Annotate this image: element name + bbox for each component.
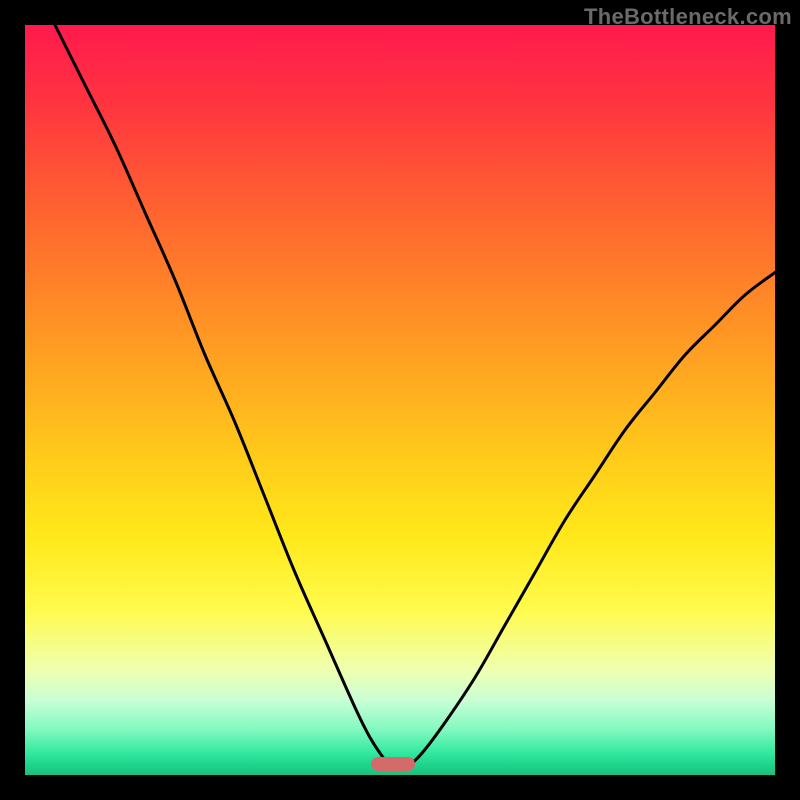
bottleneck-curve xyxy=(25,25,775,775)
curve-right xyxy=(408,273,776,768)
curve-left xyxy=(55,25,393,768)
chart-frame: TheBottleneck.com xyxy=(0,0,800,800)
optimal-marker xyxy=(371,757,415,771)
plot-area xyxy=(25,25,775,775)
